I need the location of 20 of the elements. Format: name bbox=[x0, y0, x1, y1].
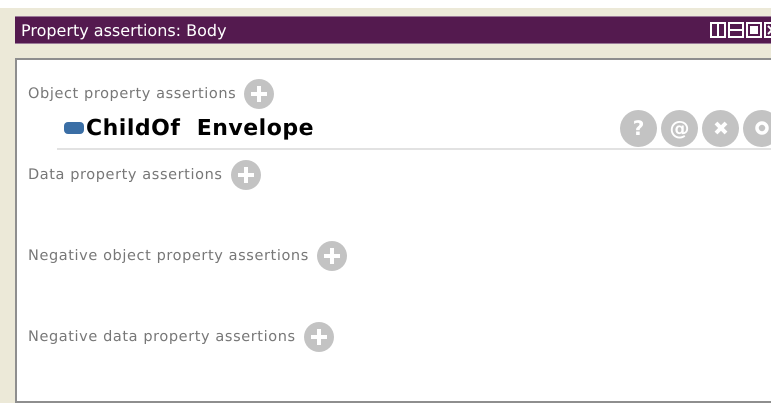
property-icon bbox=[64, 122, 84, 134]
add-button[interactable] bbox=[230, 160, 261, 190]
section-label: Object property assertions bbox=[28, 86, 236, 102]
maximize-icon[interactable] bbox=[746, 22, 762, 38]
help-button[interactable]: ? bbox=[620, 110, 657, 146]
add-button[interactable] bbox=[304, 322, 334, 352]
add-button[interactable] bbox=[316, 241, 347, 271]
section-label: Data property assertions bbox=[28, 167, 223, 183]
split-vertical-icon[interactable] bbox=[710, 22, 726, 38]
add-button[interactable] bbox=[244, 79, 274, 109]
assertion-text: ChildOf Envelope bbox=[86, 116, 314, 140]
annotate-button[interactable]: @ bbox=[661, 110, 698, 146]
section-label: Negative data property assertions bbox=[28, 329, 296, 345]
ring-icon bbox=[754, 120, 770, 136]
edit-button[interactable] bbox=[743, 110, 771, 146]
split-horizontal-icon[interactable] bbox=[728, 22, 744, 38]
window-title: Property assertions: Body bbox=[21, 20, 228, 40]
delete-button[interactable] bbox=[702, 110, 739, 146]
cross-icon bbox=[712, 120, 728, 136]
section-label: Negative object property assertions bbox=[28, 248, 309, 264]
